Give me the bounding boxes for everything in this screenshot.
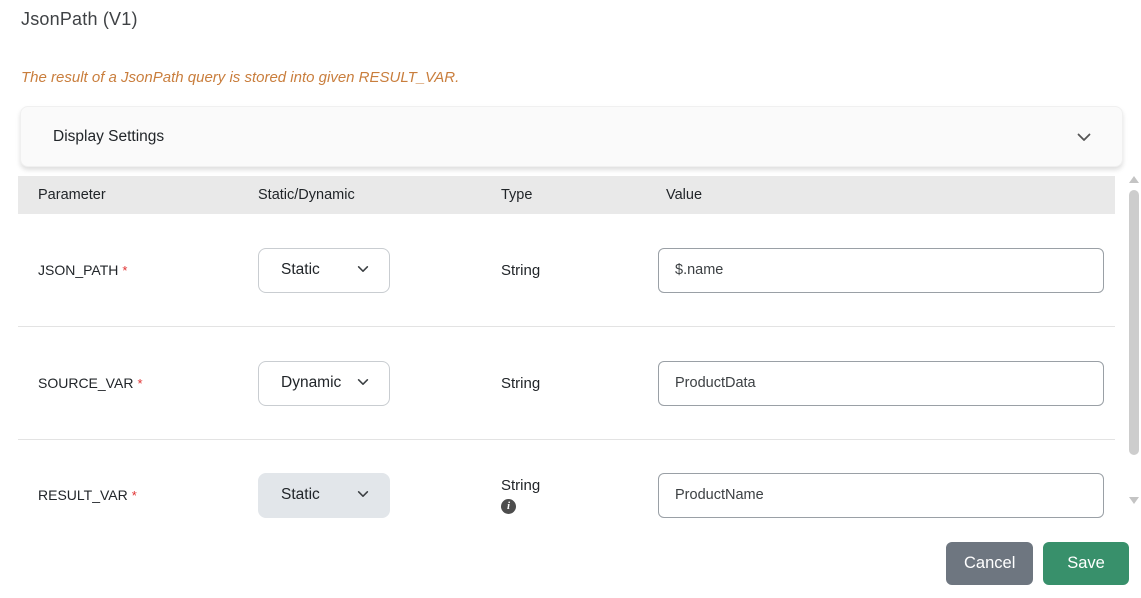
chevron-down-icon[interactable] — [1076, 129, 1092, 145]
parameter-label-source-var: SOURCE_VAR * — [38, 375, 143, 391]
cancel-button[interactable]: Cancel — [946, 542, 1033, 585]
column-header-static-dynamic: Static/Dynamic — [258, 187, 355, 203]
chevron-down-icon — [356, 262, 372, 278]
required-asterisk: * — [131, 488, 137, 503]
required-asterisk: * — [137, 376, 143, 391]
scrollbar-down-arrow-icon[interactable] — [1129, 497, 1139, 504]
scrollbar[interactable] — [1128, 174, 1140, 506]
type-label: String — [501, 476, 541, 494]
select-value: Static — [281, 486, 320, 503]
type-label: String — [501, 261, 541, 279]
info-icon[interactable]: i — [501, 498, 516, 514]
table-row: JSON_PATH * Static String — [18, 214, 1115, 327]
column-header-type: Type — [501, 187, 533, 203]
type-label: String — [501, 374, 541, 392]
column-header-value: Value — [666, 187, 703, 203]
save-button[interactable]: Save — [1043, 542, 1129, 585]
table-header-row: Parameter Static/Dynamic Type Value — [18, 176, 1115, 214]
value-input-result-var[interactable] — [658, 472, 1104, 518]
required-asterisk: * — [122, 263, 128, 278]
select-value: Static — [281, 261, 320, 278]
footer-actions: Cancel Save — [946, 542, 1129, 585]
scrollbar-thumb[interactable] — [1129, 190, 1139, 455]
value-input-source-var[interactable] — [658, 360, 1104, 406]
display-settings-label: Display Settings — [53, 127, 165, 145]
chevron-down-icon — [356, 375, 372, 391]
component-description: The result of a JsonPath query is stored… — [21, 69, 460, 86]
chevron-down-icon — [356, 487, 372, 503]
display-settings-panel-header[interactable]: Display Settings — [20, 106, 1123, 167]
parameter-label-result-var: RESULT_VAR * — [38, 487, 137, 503]
static-dynamic-select-source-var[interactable]: Dynamic — [258, 360, 390, 406]
select-value: Dynamic — [281, 374, 342, 391]
static-dynamic-select-result-var[interactable]: Static — [258, 472, 390, 518]
scrollbar-up-arrow-icon[interactable] — [1129, 176, 1139, 183]
static-dynamic-select-json-path[interactable]: Static — [258, 247, 390, 293]
table-row: RESULT_VAR * Static String i — [18, 440, 1115, 550]
table-row: SOURCE_VAR * Dynamic String — [18, 327, 1115, 440]
parameter-label-json-path: JSON_PATH * — [38, 262, 128, 278]
page-title: JsonPath (V1) — [21, 9, 138, 29]
value-input-json-path[interactable] — [658, 247, 1104, 293]
column-header-parameter: Parameter — [38, 187, 106, 203]
parameters-table: Parameter Static/Dynamic Type Value JSON… — [18, 176, 1115, 550]
